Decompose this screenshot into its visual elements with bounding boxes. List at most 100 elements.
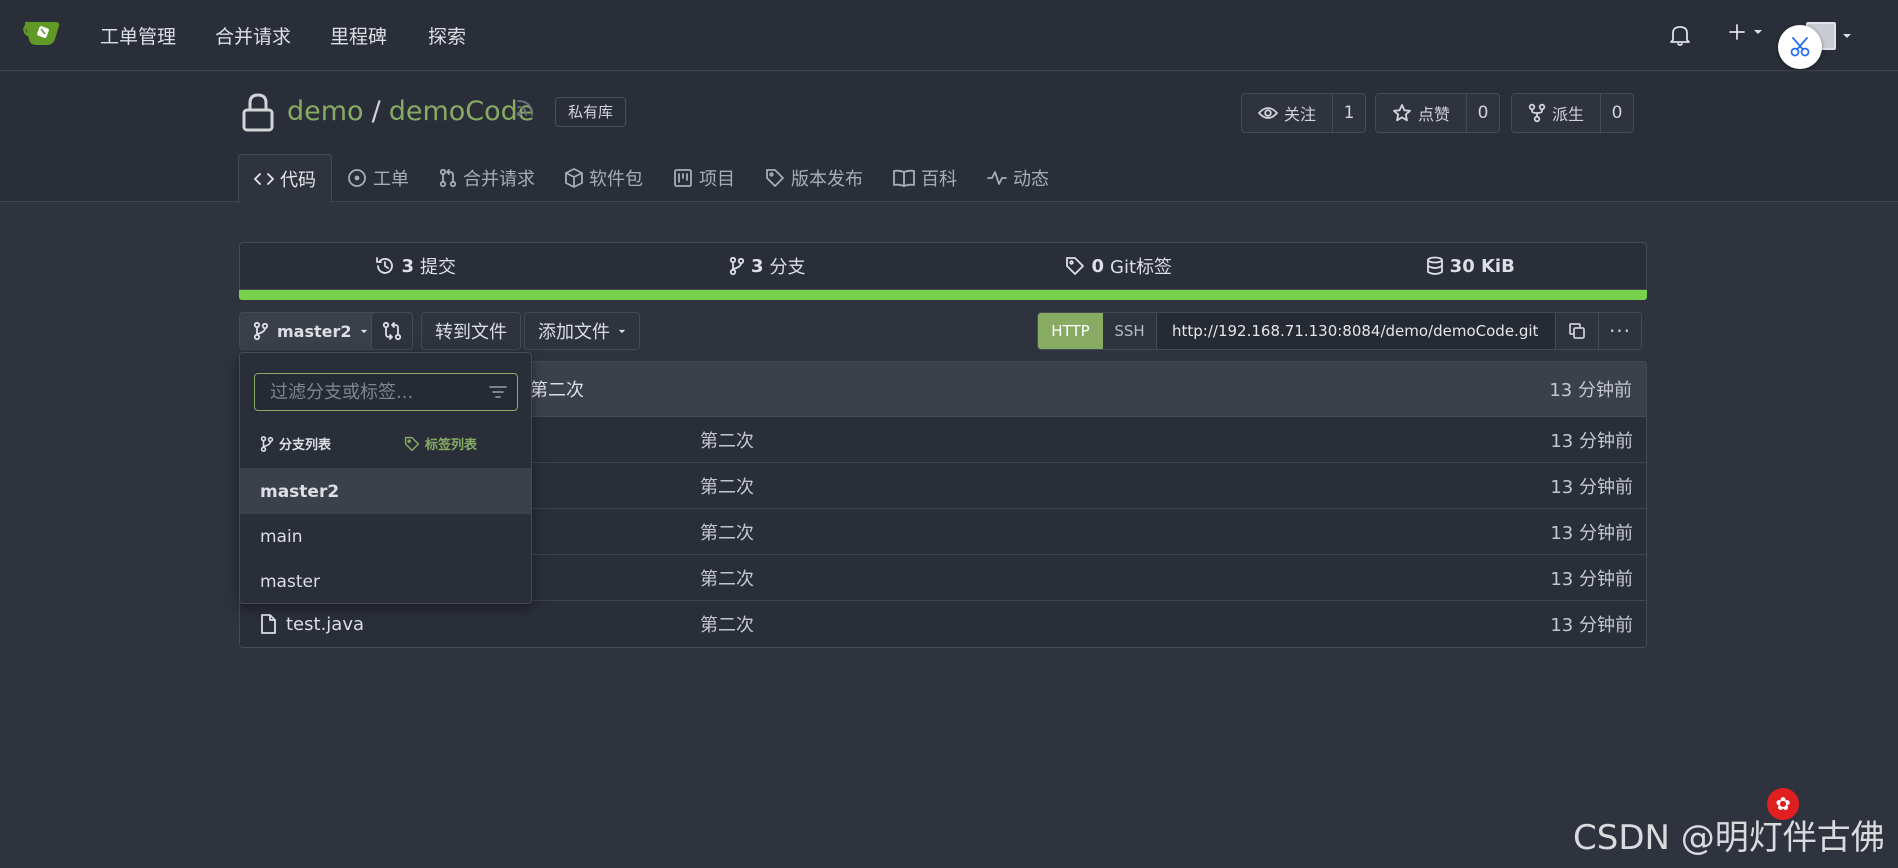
copy-icon — [1569, 323, 1585, 339]
branch-icon — [729, 256, 745, 276]
repo-title: demo / demoCode — [287, 96, 534, 127]
repo-stats-bar: 3 提交 3 分支 0 Git标签 30 KiB — [239, 242, 1647, 290]
nav-explore[interactable]: 探索 — [428, 22, 466, 49]
branch-filter-box — [254, 373, 518, 411]
file-entry[interactable]: test.java — [240, 614, 700, 635]
branch-dropdown-menu: 分支列表 标签列表 master2 main master — [239, 352, 532, 604]
branches-label: 分支 — [769, 257, 806, 278]
branch-selector-button[interactable]: master2 — [239, 312, 382, 350]
repo-size: 30 KiB — [1449, 255, 1515, 277]
tab-label: 百科 — [921, 169, 957, 190]
table-row[interactable]: test.java 第二次 13 分钟前 — [240, 601, 1646, 647]
tab-label: 动态 — [1013, 169, 1049, 190]
ssh-clone-button[interactable]: SSH — [1103, 313, 1157, 349]
add-file-button[interactable]: 添加文件 — [524, 312, 640, 350]
latest-commit-time: 13 分钟前 — [1549, 380, 1632, 401]
nav-milestones[interactable]: 里程碑 — [330, 22, 387, 49]
tab-activity[interactable]: 动态 — [972, 154, 1064, 202]
branches-count: 3 — [750, 255, 764, 277]
file-commit-message[interactable]: 第二次 — [700, 611, 1550, 637]
screenshot-scissors-icon[interactable] — [1778, 25, 1822, 69]
file-commit-message[interactable]: 第二次 — [700, 473, 1550, 499]
nav-issues[interactable]: 工单管理 — [100, 22, 176, 49]
file-commit-message[interactable]: 第二次 — [700, 427, 1550, 453]
http-clone-button[interactable]: HTTP — [1038, 313, 1103, 349]
file-name: test.java — [286, 613, 365, 635]
copy-url-button[interactable] — [1556, 313, 1599, 349]
fork-count[interactable]: 0 — [1601, 94, 1633, 132]
notification-bell-icon[interactable] — [1669, 23, 1691, 47]
tab-label: 软件包 — [589, 169, 643, 190]
clone-url-input[interactable] — [1157, 313, 1556, 349]
caret-down-icon — [1754, 30, 1762, 34]
tab-label: 合并请求 — [463, 169, 535, 190]
commits-count: 3 — [401, 255, 415, 277]
repo-separator: / — [371, 96, 381, 127]
file-commit-message[interactable]: 第二次 — [700, 565, 1550, 591]
file-commit-message[interactable]: 第二次 — [700, 519, 1550, 545]
repo-tabs: 代码 工单 合并请求 软件包 项目 版本发布 百科 动态 — [238, 154, 1064, 203]
nav-pull-requests[interactable]: 合并请求 — [215, 22, 291, 49]
commits-label: 提交 — [420, 257, 457, 278]
watermark-text: CSDN @明灯伴古佛 — [1573, 818, 1885, 858]
fork-icon — [1528, 103, 1546, 123]
latest-commit-message[interactable]: 第二次 — [530, 376, 1549, 402]
star-button[interactable]: 点赞 0 — [1375, 93, 1501, 133]
star-label: 点赞 — [1418, 105, 1451, 124]
tab-label: 版本发布 — [791, 169, 863, 190]
caret-down-icon — [618, 329, 626, 333]
repo-name-link[interactable]: demoCode — [389, 96, 535, 127]
branches-list-tab[interactable]: 分支列表 — [260, 434, 331, 453]
tag-icon — [1066, 257, 1085, 275]
history-icon — [376, 257, 394, 274]
star-count[interactable]: 0 — [1467, 94, 1499, 132]
watch-button[interactable]: 关注 1 — [1241, 93, 1367, 133]
database-icon — [1426, 256, 1443, 275]
file-commit-time: 13 分钟前 — [1550, 430, 1633, 452]
watch-count[interactable]: 1 — [1333, 94, 1365, 132]
tag-icon — [766, 169, 784, 187]
tab-label: 项目 — [699, 169, 735, 190]
branch-item-master[interactable]: master — [240, 559, 531, 604]
gitea-logo-icon[interactable] — [22, 17, 62, 49]
tab-releases[interactable]: 版本发布 — [750, 154, 878, 202]
tab-code[interactable]: 代码 — [238, 154, 332, 203]
commits-stat[interactable]: 3 提交 — [240, 243, 592, 289]
tab-wiki[interactable]: 百科 — [878, 154, 972, 202]
file-commit-time: 13 分钟前 — [1550, 476, 1633, 498]
branch-item-main[interactable]: main — [240, 514, 531, 559]
compare-button[interactable] — [371, 312, 413, 350]
branch-item-master2[interactable]: master2 — [240, 469, 531, 514]
current-branch-label: master2 — [277, 321, 352, 341]
repo-owner-link[interactable]: demo — [287, 96, 364, 127]
tab-projects[interactable]: 项目 — [658, 154, 750, 202]
package-icon — [565, 168, 583, 188]
branch-icon — [260, 435, 274, 452]
file-icon — [261, 614, 276, 634]
create-menu[interactable] — [1727, 22, 1763, 42]
issue-icon — [348, 169, 366, 187]
add-file-label: 添加文件 — [538, 322, 610, 343]
branches-tab-label: 分支列表 — [279, 438, 332, 453]
tags-list-tab[interactable]: 标签列表 — [404, 434, 477, 453]
pulse-icon — [987, 171, 1007, 185]
file-commit-time: 13 分钟前 — [1550, 522, 1633, 544]
filter-icon — [489, 386, 507, 398]
tab-packages[interactable]: 软件包 — [550, 154, 658, 202]
tags-stat[interactable]: 0 Git标签 — [943, 243, 1295, 289]
size-stat: 30 KiB — [1295, 243, 1647, 289]
tags-tab-label: 标签列表 — [425, 438, 478, 453]
branch-filter-input[interactable] — [270, 381, 470, 403]
rss-icon[interactable] — [515, 98, 535, 118]
tags-count: 0 — [1091, 255, 1104, 277]
branches-stat[interactable]: 3 分支 — [592, 243, 944, 289]
fork-button[interactable]: 派生 0 — [1511, 93, 1635, 133]
project-icon — [674, 169, 692, 187]
tab-pull-requests[interactable]: 合并请求 — [424, 154, 550, 202]
tab-label: 代码 — [280, 170, 316, 191]
language-stats-bar[interactable] — [239, 290, 1647, 300]
tab-issues[interactable]: 工单 — [332, 154, 424, 202]
goto-file-button[interactable]: 转到文件 — [421, 312, 521, 350]
top-navbar: 工单管理 合并请求 里程碑 探索 — [0, 0, 1898, 71]
more-options-button[interactable]: ··· — [1599, 313, 1641, 349]
